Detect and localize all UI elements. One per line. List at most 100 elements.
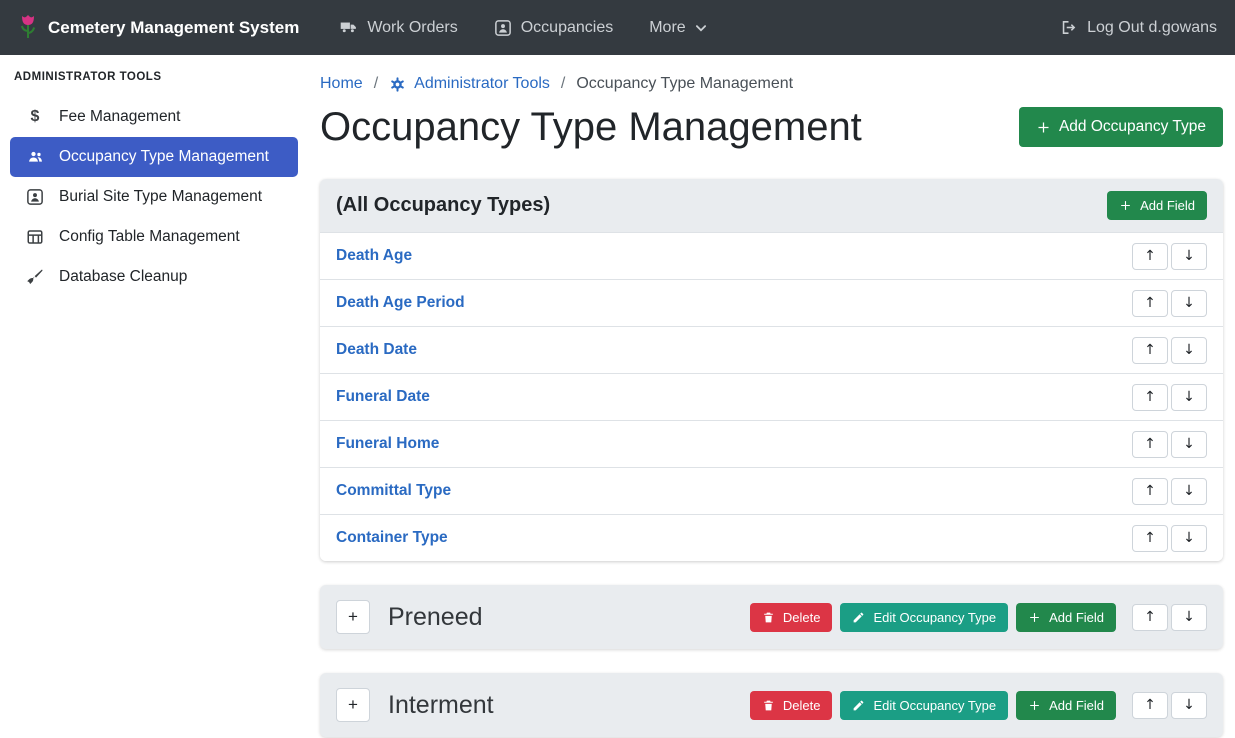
add-field-button[interactable]: Add Field: [1016, 691, 1116, 720]
nav-work-orders[interactable]: Work Orders: [339, 19, 457, 37]
sidebar-item-label: Database Cleanup: [59, 268, 187, 286]
field-list: Death Age ↑ ↓ Death Age Period ↑ ↓ Death…: [320, 232, 1223, 561]
move-up-button[interactable]: ↑: [1132, 384, 1168, 411]
table-icon: [24, 228, 46, 246]
logout-link[interactable]: Log Out d.gowans: [1059, 19, 1217, 37]
move-up-button[interactable]: ↑: [1132, 604, 1168, 631]
edit-occupancy-type-button[interactable]: Edit Occupancy Type: [840, 603, 1008, 632]
delete-button[interactable]: Delete: [750, 603, 833, 632]
field-link[interactable]: Death Date: [336, 341, 417, 359]
move-up-button[interactable]: ↑: [1132, 337, 1168, 364]
broom-icon: [24, 268, 46, 286]
reorder-controls: ↑ ↓: [1132, 692, 1207, 719]
move-down-button[interactable]: ↓: [1171, 243, 1207, 270]
breadcrumb-admin-tools[interactable]: Administrator Tools: [389, 75, 550, 93]
gear-icon: [389, 76, 406, 93]
add-field-button[interactable]: Add Field: [1107, 191, 1207, 220]
all-occupancy-types-header: (All Occupancy Types) Add Field: [320, 179, 1223, 232]
add-occupancy-type-button[interactable]: Add Occupancy Type: [1019, 107, 1223, 147]
pencil-icon: [852, 611, 865, 624]
sidebar-item-database-cleanup[interactable]: Database Cleanup: [10, 257, 298, 297]
sidebar-item-burial-site-type-management[interactable]: Burial Site Type Management: [10, 177, 298, 217]
field-row: Funeral Home ↑ ↓: [320, 420, 1223, 467]
expand-button[interactable]: +: [336, 600, 370, 634]
users-icon: [24, 149, 46, 165]
sidebar-item-fee-management[interactable]: $ Fee Management: [10, 97, 298, 137]
sidebar-item-label: Occupancy Type Management: [59, 148, 269, 166]
main-content: Home / Administrator Tools: [308, 55, 1235, 738]
nav-occupancies[interactable]: Occupancies: [494, 19, 614, 37]
nav-more[interactable]: More: [649, 19, 706, 37]
edit-occupancy-type-button[interactable]: Edit Occupancy Type: [840, 691, 1008, 720]
sidebar-header: ADMINISTRATOR TOOLS: [0, 63, 308, 97]
section-interment: + Interment Delete Edit Occupancy Type A…: [320, 673, 1223, 737]
page-title: Occupancy Type Management: [320, 103, 862, 151]
edit-occupancy-type-label: Edit Occupancy Type: [873, 610, 996, 625]
delete-button[interactable]: Delete: [750, 691, 833, 720]
trash-icon: [762, 699, 775, 712]
plus-icon: [1028, 699, 1041, 712]
breadcrumb-separator: /: [374, 75, 378, 93]
field-link[interactable]: Death Age: [336, 247, 412, 265]
move-up-button[interactable]: ↑: [1132, 478, 1168, 505]
add-field-button[interactable]: Add Field: [1016, 603, 1116, 632]
nav-links: Work Orders Occupancies More: [339, 19, 706, 37]
page-layout: ADMINISTRATOR TOOLS $ Fee Management Occ…: [0, 55, 1235, 738]
sidebar-item-config-table-management[interactable]: Config Table Management: [10, 217, 298, 257]
field-row: Death Age Period ↑ ↓: [320, 279, 1223, 326]
dollar-icon: $: [24, 109, 46, 125]
breadcrumb-current: Occupancy Type Management: [576, 75, 793, 93]
move-up-button[interactable]: ↑: [1132, 525, 1168, 552]
move-down-button[interactable]: ↓: [1171, 604, 1207, 631]
move-down-button[interactable]: ↓: [1171, 431, 1207, 458]
logout-label: Log Out d.gowans: [1087, 19, 1217, 37]
sections: + Preneed Delete Edit Occupancy Type Add…: [320, 585, 1223, 737]
move-down-button[interactable]: ↓: [1171, 384, 1207, 411]
breadcrumb-separator: /: [561, 75, 565, 93]
field-link[interactable]: Funeral Home: [336, 435, 439, 453]
move-up-button[interactable]: ↑: [1132, 290, 1168, 317]
sidebar-items: $ Fee Management Occupancy Type Manageme…: [0, 97, 308, 297]
add-field-label: Add Field: [1049, 698, 1104, 713]
top-navbar: Cemetery Management System Work Orders O…: [0, 0, 1235, 55]
plus-icon: [1036, 120, 1051, 135]
all-occupancy-types-title: (All Occupancy Types): [336, 194, 550, 217]
breadcrumb-home[interactable]: Home: [320, 75, 363, 93]
field-link[interactable]: Container Type: [336, 529, 448, 547]
reorder-controls: ↑ ↓: [1132, 290, 1207, 317]
reorder-controls: ↑ ↓: [1132, 384, 1207, 411]
move-down-button[interactable]: ↓: [1171, 692, 1207, 719]
move-down-button[interactable]: ↓: [1171, 337, 1207, 364]
move-down-button[interactable]: ↓: [1171, 525, 1207, 552]
delete-label: Delete: [783, 610, 821, 625]
reorder-controls: ↑ ↓: [1132, 525, 1207, 552]
field-row: Container Type ↑ ↓: [320, 514, 1223, 561]
sidebar: ADMINISTRATOR TOOLS $ Fee Management Occ…: [0, 55, 308, 738]
delete-label: Delete: [783, 698, 821, 713]
move-up-button[interactable]: ↑: [1132, 692, 1168, 719]
breadcrumb-admin-tools-label: Administrator Tools: [414, 75, 550, 93]
reorder-controls: ↑ ↓: [1132, 337, 1207, 364]
nav-occupancies-label: Occupancies: [521, 19, 614, 37]
nav-work-orders-label: Work Orders: [367, 19, 457, 37]
nav-right: Log Out d.gowans: [1059, 19, 1217, 37]
sidebar-item-label: Burial Site Type Management: [59, 188, 262, 206]
add-field-label: Add Field: [1140, 198, 1195, 213]
section-title: Interment: [388, 691, 494, 720]
field-link[interactable]: Funeral Date: [336, 388, 430, 406]
plus-icon: [1119, 199, 1132, 212]
move-up-button[interactable]: ↑: [1132, 431, 1168, 458]
move-down-button[interactable]: ↓: [1171, 478, 1207, 505]
move-up-button[interactable]: ↑: [1132, 243, 1168, 270]
pencil-icon: [852, 699, 865, 712]
section-actions: Delete Edit Occupancy Type Add Field ↑ ↓: [750, 603, 1207, 632]
sidebar-item-occupancy-type-management[interactable]: Occupancy Type Management: [10, 137, 298, 177]
logout-icon: [1059, 19, 1078, 36]
reorder-controls: ↑ ↓: [1132, 431, 1207, 458]
field-link[interactable]: Committal Type: [336, 482, 451, 500]
field-row: Death Date ↑ ↓: [320, 326, 1223, 373]
field-link[interactable]: Death Age Period: [336, 294, 465, 312]
title-row: Occupancy Type Management Add Occupancy …: [320, 103, 1223, 151]
expand-button[interactable]: +: [336, 688, 370, 722]
move-down-button[interactable]: ↓: [1171, 290, 1207, 317]
